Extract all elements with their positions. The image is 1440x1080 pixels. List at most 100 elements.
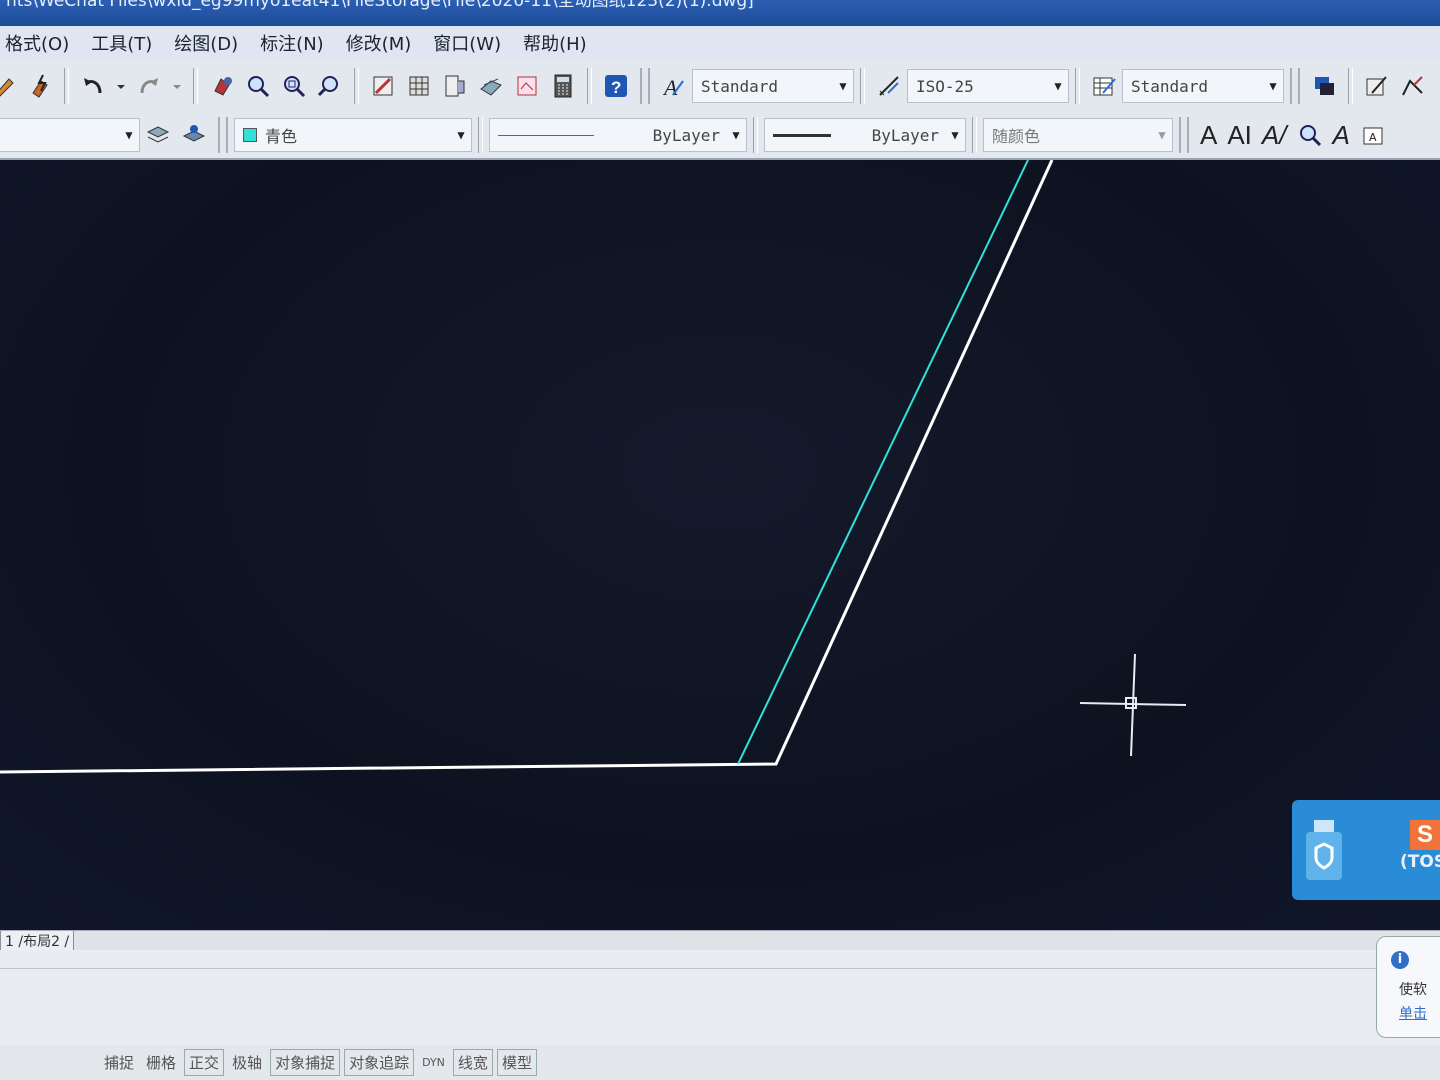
notification-link[interactable]: 单击 [1399, 1003, 1427, 1023]
status-lineweight[interactable]: 线宽 [452, 1049, 493, 1076]
status-grid[interactable]: 栅格 [142, 1050, 180, 1075]
zoom-realtime-icon[interactable] [244, 72, 272, 100]
menu-window[interactable]: 窗口(W) [422, 30, 512, 56]
design-center-icon[interactable] [405, 72, 433, 100]
window-title-bar: nts\WeChat Files\wxid_eg99myo1eat41\File… [0, 0, 1440, 26]
toolbar-grip[interactable] [218, 117, 228, 153]
linetype-value: ByLayer [652, 125, 720, 145]
text-style-icon[interactable]: A [660, 72, 688, 100]
find-text-icon[interactable] [1296, 121, 1324, 149]
undo-dropdown-icon[interactable] [115, 72, 127, 100]
text-style-value: Standard [701, 76, 779, 96]
status-ortho[interactable]: 正交 [184, 1049, 225, 1076]
zoom-previous-icon[interactable] [316, 72, 344, 100]
notification-bubble[interactable]: i 使软 单击 [1376, 936, 1440, 1038]
lineweight-sample [773, 133, 831, 137]
edit-text-style-icon[interactable]: A/ [1262, 120, 1287, 151]
status-dyn[interactable]: DYN [418, 1054, 449, 1071]
help-icon[interactable]: ? [602, 72, 630, 100]
redo-dropdown-icon[interactable] [171, 72, 183, 100]
menu-help[interactable]: 帮助(H) [512, 30, 598, 56]
chevron-down-icon: ▼ [1269, 79, 1277, 93]
menu-modify[interactable]: 修改(M) [335, 30, 423, 56]
dim-style-icon[interactable] [875, 72, 903, 100]
toolbar-separator [354, 68, 359, 104]
chevron-down-icon: ▼ [732, 128, 740, 142]
plot-style-combo[interactable]: 随颜色 ▼ [983, 118, 1173, 152]
match-properties-icon[interactable] [26, 72, 54, 100]
text-icon[interactable]: A [1200, 120, 1217, 151]
toolbar-separator [972, 117, 977, 153]
color-swatch [243, 128, 257, 142]
edit-polyline-icon[interactable] [1399, 72, 1427, 100]
linetype-combo[interactable]: ByLayer ▼ [489, 118, 747, 152]
table-style-combo[interactable]: Standard ▼ [1122, 69, 1284, 103]
status-polar[interactable]: 极轴 [228, 1050, 266, 1075]
markup-icon[interactable] [513, 72, 541, 100]
toolbar-grip[interactable] [640, 68, 650, 104]
properties-icon[interactable] [369, 72, 397, 100]
notification-text: 使软 [1399, 982, 1427, 998]
toolbar-separator [478, 117, 483, 153]
lineweight-combo[interactable]: ByLayer ▼ [764, 118, 966, 152]
toolbar-separator [1348, 68, 1353, 104]
usb-shield-icon [1306, 820, 1342, 880]
menu-tools[interactable]: 工具(T) [80, 30, 163, 56]
tab-layout[interactable]: 1 /布局2 / [0, 931, 75, 952]
table-style-value: Standard [1131, 76, 1209, 96]
table-style-icon[interactable] [1090, 72, 1118, 100]
tray-popup[interactable]: S (TOS [1292, 800, 1440, 900]
toolbar-grip[interactable] [1179, 117, 1189, 153]
toolbar-separator [64, 68, 69, 104]
tool-palette-icon[interactable] [441, 72, 469, 100]
text-style-combo[interactable]: Standard ▼ [692, 69, 854, 103]
zoom-window-icon[interactable] [280, 72, 308, 100]
menu-dimension[interactable]: 标注(N) [249, 30, 335, 56]
properties-toolbar: ▼ 青色 ▼ ByLayer ▼ ByLayer ▼ 随颜色 ▼ A AI A/… [0, 112, 1440, 160]
cyan-polyline [737, 160, 1029, 765]
linetype-sample [498, 134, 594, 136]
redo-icon[interactable] [135, 72, 163, 100]
color-value: 青色 [265, 127, 298, 146]
menu-bar: 格式(O) 工具(T) 绘图(D) 标注(N) 修改(M) 窗口(W) 帮助(H… [0, 26, 1440, 60]
undo-icon[interactable] [79, 72, 107, 100]
dim-style-combo[interactable]: ISO-25 ▼ [907, 69, 1069, 103]
layer-previous-icon[interactable] [144, 121, 172, 149]
status-snap[interactable]: 捕捉 [100, 1050, 138, 1075]
color-combo[interactable]: 青色 ▼ [234, 118, 472, 152]
svg-text:?: ? [611, 78, 621, 97]
menu-format[interactable]: 格式(O) [0, 30, 80, 56]
status-otrack[interactable]: 对象追踪 [344, 1049, 415, 1076]
layer-combo[interactable]: ▼ [0, 118, 140, 152]
pan-icon[interactable] [208, 72, 236, 100]
status-osnap[interactable]: 对象捕捉 [270, 1049, 341, 1076]
standard-toolbar: ? A Standard ▼ ISO-25 ▼ Standard ▼ [0, 60, 1440, 112]
multiline-text-icon[interactable]: AI [1227, 120, 1252, 151]
calculator-icon[interactable] [549, 72, 577, 100]
sheetset-icon[interactable] [477, 72, 505, 100]
svg-text:A: A [662, 75, 678, 99]
layer-icon[interactable] [180, 121, 208, 149]
status-bar: 捕捉 栅格 正交 极轴 对象捕捉 对象追踪 DYN 线宽 模型 [0, 1045, 1440, 1080]
toolbar-separator [193, 68, 198, 104]
toolbar-separator [587, 68, 592, 104]
edit-text-icon[interactable] [1363, 72, 1391, 100]
chevron-down-icon: ▼ [457, 128, 465, 142]
command-line-divider [0, 968, 1380, 969]
toolbar-separator [753, 117, 758, 153]
layout-tabs: 1 /布局2 / [0, 930, 1440, 952]
draw-order-icon[interactable] [1310, 72, 1338, 100]
command-area[interactable] [0, 950, 1440, 1045]
menu-draw[interactable]: 绘图(D) [163, 30, 249, 56]
pencil-icon[interactable] [0, 72, 18, 100]
drawing-canvas[interactable] [0, 160, 1440, 930]
toolbar-grip[interactable] [1290, 68, 1300, 104]
status-model[interactable]: 模型 [496, 1049, 537, 1076]
chevron-down-icon: ▼ [951, 128, 959, 142]
chevron-down-icon: ▼ [1054, 79, 1062, 93]
scale-text-icon[interactable]: A [1359, 121, 1387, 149]
dim-style-value: ISO-25 [916, 76, 974, 96]
spell-check-icon[interactable]: A [1333, 120, 1350, 151]
svg-text:A: A [1369, 131, 1377, 144]
drawing-geometry [0, 160, 1187, 774]
